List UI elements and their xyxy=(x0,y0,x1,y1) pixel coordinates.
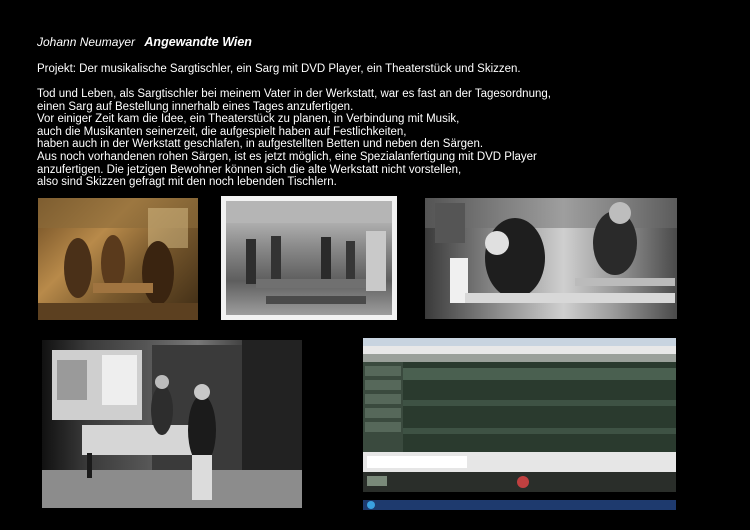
institution-name: Angewandte Wien xyxy=(144,35,252,49)
historic-workshop-photo xyxy=(221,196,397,320)
paragraph-line: Aus noch vorhandenen rohen Särgen, ist e… xyxy=(37,150,537,163)
paragraph-line: haben auch in der Werkstatt geschlafen, … xyxy=(37,138,484,151)
carpenters-working-photo xyxy=(425,198,677,319)
paragraph-line: also sind Skizzen gefragt mit den noch l… xyxy=(37,176,337,189)
author-name: Johann Neumayer xyxy=(37,35,136,49)
paragraph-line: anzufertigen. Die jetzigen Bewohner könn… xyxy=(37,163,462,176)
body-paragraph: Tod und Leben, als Sargtischler bei mein… xyxy=(37,88,737,189)
coffin-courtyard-photo xyxy=(42,340,302,508)
paragraph-line: Tod und Leben, als Sargtischler bei mein… xyxy=(37,88,551,100)
workshop-painting-image xyxy=(38,198,198,320)
paragraph-line: Vor einiger Zeit kam die Idee, ein Theat… xyxy=(37,113,460,126)
paragraph-line: einen Sarg auf Bestellung innerhalb eine… xyxy=(37,100,354,113)
paragraph-line: auch die Musikanten seinerzeit, die aufg… xyxy=(37,125,407,138)
video-editor-screenshot xyxy=(363,338,676,510)
project-line: Projekt: Der musikalische Sargtischler, … xyxy=(37,63,521,75)
header: Johann Neumayer Angewandte Wien xyxy=(37,35,252,49)
